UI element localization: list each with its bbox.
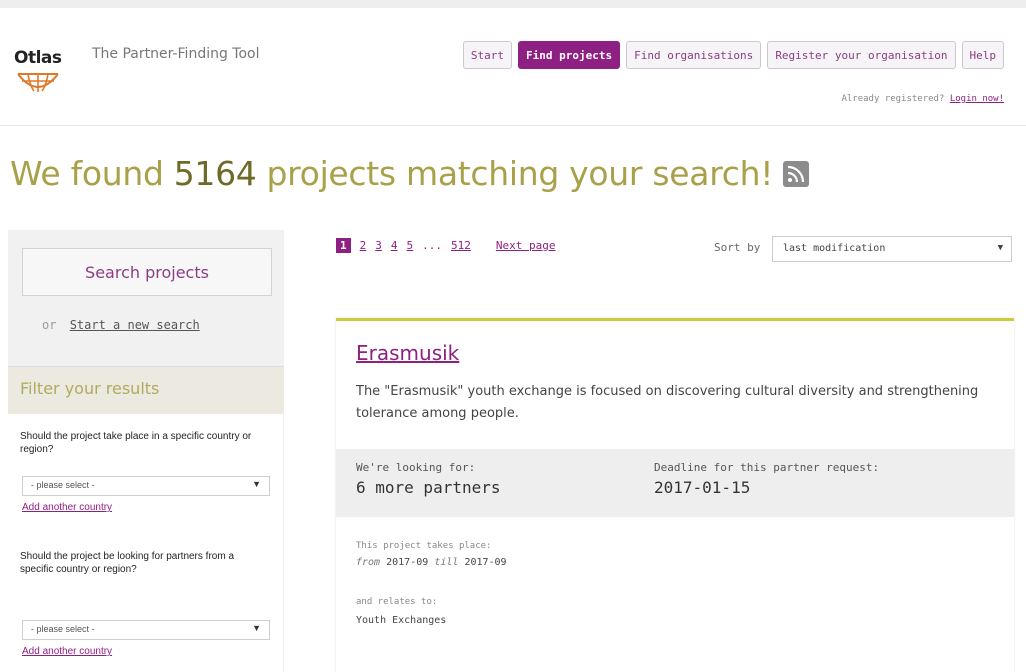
deadline-label: Deadline for this partner request:: [654, 461, 880, 474]
till-word: till: [434, 557, 459, 568]
globe-icon: [17, 73, 59, 92]
country-select[interactable]: - please select - ▼: [22, 476, 270, 496]
nav-start-button[interactable]: Start: [462, 41, 512, 69]
deadline-block: Deadline for this partner request: 2017-…: [654, 461, 879, 497]
page-1[interactable]: 1: [336, 238, 351, 253]
from-date: 2017-09: [386, 557, 429, 568]
result-count: 5164: [173, 154, 257, 193]
till-date: 2017-09: [464, 557, 507, 568]
takes-place-label: This project takes place:: [356, 541, 492, 551]
results-headline: We found 5164 projects matching your sea…: [10, 154, 810, 193]
takes-place-value: from 2017-09 till 2017-09: [356, 557, 507, 568]
next-page-link[interactable]: Next page: [496, 239, 556, 252]
chevron-down-icon: ▼: [997, 243, 1003, 253]
looking-for-value: 6 more partners: [356, 478, 501, 497]
otlas-logo[interactable]: Otlas: [14, 48, 74, 100]
sort-select[interactable]: last modification ▼: [772, 236, 1012, 262]
project-title-link[interactable]: Erasmusik: [356, 341, 459, 365]
rss-icon[interactable]: [783, 160, 810, 187]
browser-top-strip: [0, 0, 1026, 8]
new-search-line: or Start a new search: [42, 318, 200, 332]
sort-label: Sort by: [714, 241, 761, 254]
country-question: Should the project take place in a speci…: [20, 431, 252, 455]
nav-help-button[interactable]: Help: [961, 41, 1004, 69]
search-projects-button[interactable]: Search projects: [22, 248, 272, 296]
looking-for-label: We're looking for:: [356, 461, 476, 474]
headline-pre: We found: [10, 154, 164, 193]
headline-post: projects matching your search!: [266, 154, 774, 193]
sort-select-value: last modification: [783, 243, 886, 254]
main-nav: Start Find projects Find organisations R…: [462, 41, 1004, 69]
pager-ellipsis: ...: [422, 239, 442, 252]
chevron-down-icon: ▼: [252, 479, 261, 489]
search-sidebar: Search projects or Start a new search Fi…: [8, 230, 284, 672]
chevron-down-icon: ▼: [252, 623, 261, 633]
filter-body: Should the project take place in a speci…: [8, 414, 284, 672]
login-prompt: Already registered?: [841, 94, 945, 104]
partner-country-select-value: - please select -: [31, 624, 95, 634]
or-text: or: [42, 318, 57, 332]
nav-find-projects-button[interactable]: Find projects: [518, 41, 621, 69]
relates-label: and relates to:: [356, 597, 438, 607]
nav-register-button[interactable]: Register your organisation: [767, 41, 956, 69]
project-summary-band: We're looking for: 6 more partners Deadl…: [336, 449, 1014, 517]
page-4[interactable]: 4: [391, 239, 398, 252]
page-5[interactable]: 5: [407, 239, 414, 252]
login-link[interactable]: Login now!: [950, 94, 1004, 104]
deadline-value: 2017-01-15: [654, 478, 751, 497]
add-partner-country-link[interactable]: Add another country: [22, 646, 112, 657]
filter-title: Filter your results: [8, 366, 284, 414]
start-new-search-link[interactable]: Start a new search: [70, 318, 200, 332]
nav-find-organisations-button[interactable]: Find organisations: [626, 41, 762, 69]
from-word: from: [356, 557, 381, 568]
project-card: Erasmusik The "Erasmusik" youth exchange…: [336, 318, 1014, 672]
site-header: Otlas The Partner-Finding Tool Start Fin…: [0, 8, 1026, 126]
tagline: The Partner-Finding Tool: [92, 46, 260, 62]
login-line: Already registered? Login now!: [841, 94, 1004, 104]
partner-country-select[interactable]: - please select - ▼: [22, 620, 270, 640]
country-select-value: - please select -: [31, 480, 95, 490]
partner-country-question: Should the project be looking for partne…: [20, 551, 235, 575]
project-description: The "Erasmusik" youth exchange is focuse…: [356, 384, 979, 421]
pagination: 1 2 3 4 5 ... 512 Next page: [336, 238, 555, 253]
looking-for-block: We're looking for: 6 more partners: [356, 461, 501, 497]
relates-value: Youth Exchanges: [356, 615, 447, 626]
add-country-link[interactable]: Add another country: [22, 502, 112, 513]
logo-text: Otlas: [14, 48, 62, 68]
page-last[interactable]: 512: [451, 239, 471, 252]
page-2[interactable]: 2: [360, 239, 367, 252]
page-3[interactable]: 3: [375, 239, 382, 252]
